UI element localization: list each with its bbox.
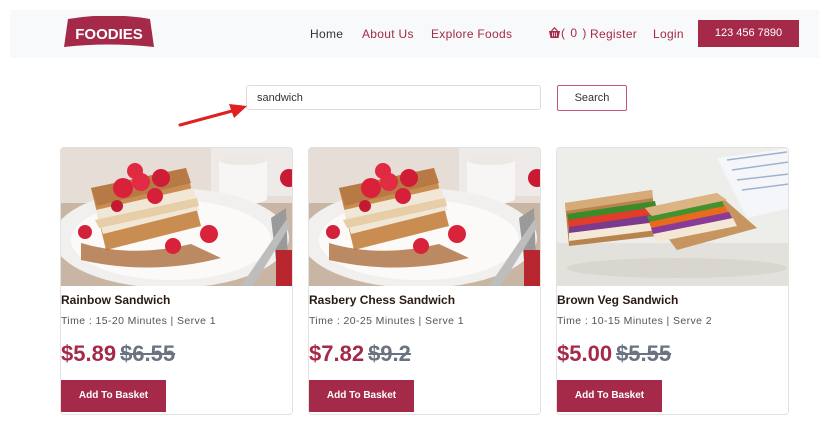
product-meta: Time : 20-25 Minutes | Serve 1: [309, 315, 464, 327]
search-button[interactable]: Search: [557, 85, 627, 111]
product-price: $7.82 $9.2: [309, 341, 411, 367]
search-input[interactable]: [246, 85, 541, 110]
cart-count: ( 0 ): [561, 26, 588, 40]
phone-button[interactable]: 123 456 7890: [698, 20, 799, 47]
add-to-basket-button[interactable]: Add To Basket: [309, 380, 414, 412]
product-title: Brown Veg Sandwich: [557, 293, 679, 307]
nav-explore-foods[interactable]: Explore Foods: [431, 27, 512, 41]
product-card: Rasbery Chess Sandwich Time : 20-25 Minu…: [308, 147, 541, 415]
old-price: $5.55: [616, 341, 672, 366]
old-price: $6.55: [120, 341, 176, 366]
current-price: $5.00: [557, 341, 613, 366]
nav-register[interactable]: Register: [590, 27, 637, 41]
annotation-arrow-icon: [178, 104, 247, 127]
old-price: $9.2: [368, 341, 411, 366]
product-card: Rainbow Sandwich Time : 15-20 Minutes | …: [60, 147, 293, 415]
product-title: Rasbery Chess Sandwich: [309, 293, 456, 307]
product-price: $5.89 $6.55: [61, 341, 175, 367]
current-price: $5.89: [61, 341, 117, 366]
nav-login[interactable]: Login: [653, 27, 684, 41]
logo-text: FOODIES: [75, 26, 143, 43]
page: FOODIES Home About Us Explore Foods ( 0 …: [0, 0, 829, 439]
current-price: $7.82: [309, 341, 365, 366]
navbar: FOODIES Home About Us Explore Foods ( 0 …: [10, 10, 819, 58]
product-meta: Time : 10-15 Minutes | Serve 2: [557, 315, 712, 327]
brand-logo[interactable]: FOODIES: [62, 16, 156, 50]
product-meta: Time : 15-20 Minutes | Serve 1: [61, 315, 216, 327]
add-to-basket-button[interactable]: Add To Basket: [557, 380, 662, 412]
cart-link[interactable]: ( 0 ): [548, 26, 587, 40]
product-price: $5.00 $5.55: [557, 341, 671, 367]
nav-home[interactable]: Home: [310, 27, 343, 41]
product-card: Brown Veg Sandwich Time : 10-15 Minutes …: [556, 147, 789, 415]
basket-icon: [549, 26, 560, 38]
add-to-basket-button[interactable]: Add To Basket: [61, 380, 166, 412]
nav-about[interactable]: About Us: [362, 27, 414, 41]
product-title: Rainbow Sandwich: [61, 293, 171, 307]
